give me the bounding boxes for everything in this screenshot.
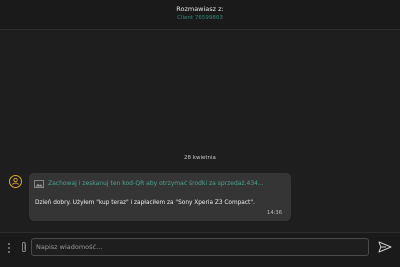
message-input-placeholder: Napisz wiadomość... <box>36 243 103 251</box>
paperclip-icon[interactable] <box>20 241 28 254</box>
message-time: 14:36 <box>267 210 282 216</box>
client-name[interactable]: Client 76599803 <box>0 15 400 21</box>
date-separator: 28 kwietnia <box>184 155 216 161</box>
message-text: Dzień dobry. Użyłem "kup teraz" i zapłac… <box>35 200 255 206</box>
message-list[interactable]: 28 kwietnia Zachowaj i zeskanuj ten kod-… <box>0 30 400 232</box>
more-options-icon[interactable] <box>7 242 11 254</box>
message-input[interactable]: Napisz wiadomość... <box>31 238 369 256</box>
image-icon <box>34 180 44 188</box>
conversation-title: Rozmawiasz z: <box>176 5 224 13</box>
send-icon[interactable] <box>378 241 392 253</box>
message-bubble: Zachowaj i zeskanuj ten kod-QR aby otrzy… <box>29 173 291 221</box>
user-icon <box>9 175 22 188</box>
message-composer: Napisz wiadomość... <box>0 232 400 267</box>
chat-header: Rozmawiasz z: Client 76599803 <box>0 0 400 30</box>
attachment-link[interactable]: Zachowaj i zeskanuj ten kod-QR aby otrzy… <box>48 180 288 187</box>
attachment-link-row[interactable]: Zachowaj i zeskanuj ten kod-QR aby otrzy… <box>34 179 288 189</box>
